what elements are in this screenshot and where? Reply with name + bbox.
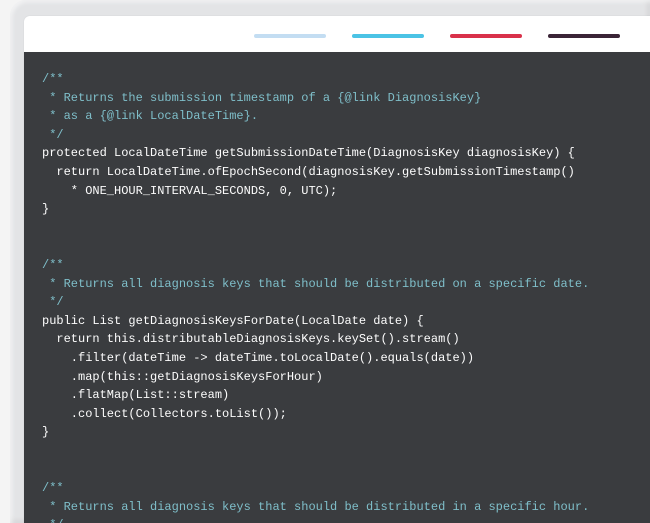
code-panel: /** * Returns the submission timestamp o…: [24, 52, 650, 523]
code-line: }: [42, 200, 640, 219]
code-line: * Returns the submission timestamp of a …: [42, 89, 640, 108]
device-frame: /** * Returns the submission timestamp o…: [10, 0, 650, 523]
code-line: .collect(Collectors.toList());: [42, 405, 640, 424]
code-line: */: [42, 126, 640, 145]
code-line: .flatMap(List::stream): [42, 386, 640, 405]
code-line: * Returns all diagnosis keys that should…: [42, 498, 640, 517]
code-line: * Returns all diagnosis keys that should…: [42, 275, 640, 294]
tab-1[interactable]: [254, 34, 326, 38]
code-line: return this.distributableDiagnosisKeys.k…: [42, 330, 640, 349]
tab-3[interactable]: [450, 34, 522, 38]
code-line: /**: [42, 256, 640, 275]
code-line: /**: [42, 479, 640, 498]
blank-line: [42, 219, 640, 238]
screen: /** * Returns the submission timestamp o…: [24, 16, 650, 523]
blank-line: [42, 460, 640, 479]
tab-strip: [24, 16, 650, 52]
code-line: */: [42, 293, 640, 312]
code-line: * ONE_HOUR_INTERVAL_SECONDS, 0, UTC);: [42, 182, 640, 201]
blank-line: [42, 237, 640, 256]
code-line: protected LocalDateTime getSubmissionDat…: [42, 144, 640, 163]
code-line: .filter(dateTime -> dateTime.toLocalDate…: [42, 349, 640, 368]
tab-2[interactable]: [352, 34, 424, 38]
code-line: }: [42, 423, 640, 442]
code-line: */: [42, 516, 640, 523]
code-line: * as a {@link LocalDateTime}.: [42, 107, 640, 126]
code-line: return LocalDateTime.ofEpochSecond(diagn…: [42, 163, 640, 182]
blank-line: [42, 442, 640, 461]
code-line: .map(this::getDiagnosisKeysForHour): [42, 368, 640, 387]
code-line: public List getDiagnosisKeysForDate(Loca…: [42, 312, 640, 331]
code-line: /**: [42, 70, 640, 89]
tab-4[interactable]: [548, 34, 620, 38]
